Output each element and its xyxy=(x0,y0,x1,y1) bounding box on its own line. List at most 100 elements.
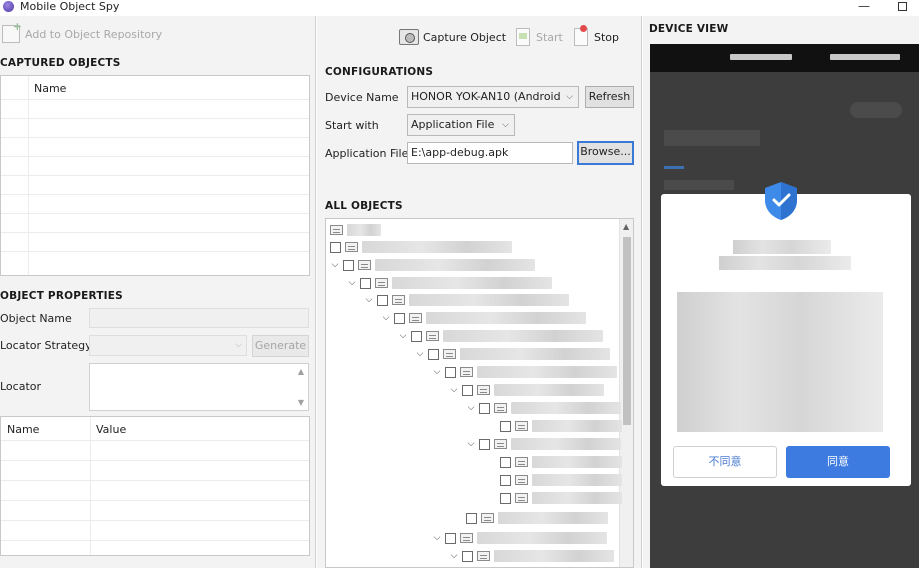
scroll-up-icon[interactable]: ▲ xyxy=(623,222,629,231)
maximize-button[interactable] xyxy=(898,2,907,11)
table-row xyxy=(1,194,309,195)
node-checkbox[interactable] xyxy=(330,241,341,253)
node-icon xyxy=(477,551,490,561)
node-checkbox[interactable] xyxy=(445,366,456,378)
chevron-down-icon[interactable]: ⌵ xyxy=(466,439,476,449)
application-file-label: Application File xyxy=(325,147,409,160)
redacted-node-label xyxy=(494,550,614,562)
redacted-node-label xyxy=(375,259,535,271)
chevron-down-icon[interactable]: ⌵ xyxy=(347,278,357,288)
tree-node[interactable]: ⌵ xyxy=(415,347,610,361)
chevron-down-icon[interactable]: ⌵ xyxy=(415,349,425,359)
node-checkbox[interactable] xyxy=(479,402,490,414)
start-with-select[interactable]: Application File ⌵ xyxy=(407,114,515,136)
tree-node[interactable]: ⌵ xyxy=(432,531,607,545)
node-checkbox[interactable] xyxy=(394,312,405,324)
chevron-down-icon[interactable]: ⌵ xyxy=(330,260,340,270)
redacted-node-label xyxy=(426,312,586,324)
application-file-value: E:\app-debug.apk xyxy=(411,146,509,159)
captured-objects-table[interactable]: Name xyxy=(0,75,310,276)
reject-button[interactable]: 不同意 xyxy=(673,446,777,478)
tree-node[interactable]: ⌵ xyxy=(466,401,621,415)
device-screen[interactable]: 不同意 同意 xyxy=(650,44,919,568)
status-icons-left xyxy=(730,54,792,60)
redacted-node-label xyxy=(498,512,608,524)
node-checkbox[interactable] xyxy=(479,438,490,450)
tree-node[interactable] xyxy=(500,473,622,487)
node-checkbox[interactable] xyxy=(500,492,511,504)
object-properties-title: OBJECT PROPERTIES xyxy=(0,290,123,302)
locator-label: Locator xyxy=(0,380,42,393)
locator-strategy-select[interactable]: ⌵ xyxy=(89,335,247,356)
node-icon xyxy=(515,475,528,485)
stop-button[interactable]: Stop xyxy=(574,25,619,48)
chevron-down-icon[interactable]: ⌵ xyxy=(449,551,459,561)
background-heading xyxy=(664,130,760,146)
chevron-down-icon[interactable]: ⌵ xyxy=(466,403,476,413)
application-file-input[interactable]: E:\app-debug.apk xyxy=(407,142,573,164)
node-checkbox[interactable] xyxy=(500,420,511,432)
chevron-down-icon[interactable]: ⌵ xyxy=(432,533,442,543)
tree-node[interactable]: ⌵ xyxy=(330,258,535,272)
table-row xyxy=(1,137,309,138)
object-name-input[interactable] xyxy=(89,308,309,328)
node-checkbox[interactable] xyxy=(500,456,511,468)
tree-scrollbar[interactable]: ▲ xyxy=(619,219,633,567)
capture-object-button[interactable]: Capture Object xyxy=(399,26,506,48)
node-icon xyxy=(392,295,405,305)
tree-node[interactable]: ⌵ xyxy=(347,276,552,290)
node-checkbox[interactable] xyxy=(462,384,473,396)
tree-node[interactable] xyxy=(500,491,622,505)
scroll-up-icon[interactable]: ▲ xyxy=(298,367,304,376)
table-row xyxy=(1,213,309,214)
node-icon xyxy=(515,421,528,431)
redacted-node-label xyxy=(532,492,622,504)
chevron-down-icon[interactable]: ⌵ xyxy=(381,313,391,323)
scrollbar-thumb[interactable] xyxy=(623,237,631,425)
tree-node[interactable] xyxy=(500,455,622,469)
generate-button[interactable]: Generate xyxy=(252,335,309,357)
tree-node[interactable] xyxy=(466,511,608,525)
chevron-down-icon[interactable]: ⌵ xyxy=(398,331,408,341)
node-icon xyxy=(481,513,494,523)
tree-node[interactable]: ⌵ xyxy=(466,437,621,451)
node-checkbox[interactable] xyxy=(343,259,354,271)
node-checkbox[interactable] xyxy=(445,532,456,544)
tree-node[interactable] xyxy=(330,240,512,254)
node-checkbox[interactable] xyxy=(462,550,473,562)
chevron-down-icon[interactable]: ⌵ xyxy=(449,385,459,395)
chevron-down-icon[interactable]: ⌵ xyxy=(364,295,374,305)
node-icon xyxy=(409,313,422,323)
tree-node[interactable]: ⌵ xyxy=(381,311,586,325)
accept-button[interactable]: 同意 xyxy=(786,446,890,478)
chevron-down-icon: ⌵ xyxy=(235,340,242,350)
tree-node[interactable] xyxy=(330,223,381,237)
tree-node[interactable]: ⌵ xyxy=(449,383,604,397)
captured-objects-title: CAPTURED OBJECTS xyxy=(0,57,121,69)
node-checkbox[interactable] xyxy=(500,474,511,486)
node-checkbox[interactable] xyxy=(360,277,371,289)
tree-node[interactable]: ⌵ xyxy=(398,329,603,343)
device-name-select[interactable]: HONOR YOK-AN10 (Android ⌵ xyxy=(407,86,579,108)
browse-button[interactable]: Browse... xyxy=(577,141,634,165)
node-checkbox[interactable] xyxy=(377,294,388,306)
start-button[interactable]: Start xyxy=(516,26,563,48)
refresh-button[interactable]: Refresh xyxy=(585,86,634,108)
chevron-down-icon[interactable]: ⌵ xyxy=(432,367,442,377)
node-icon xyxy=(345,242,358,252)
object-properties-table[interactable]: Name Value xyxy=(0,416,310,556)
privacy-dialog: 不同意 同意 xyxy=(661,182,911,486)
tree-node[interactable]: ⌵ xyxy=(364,293,569,307)
minimize-button[interactable]: — xyxy=(858,0,870,13)
node-checkbox[interactable] xyxy=(411,330,422,342)
node-icon xyxy=(358,260,371,270)
all-objects-tree[interactable]: ▲ ⌵ ⌵ ⌵ ⌵ ⌵ ⌵ ⌵ ⌵ ⌵ ⌵ ⌵ ⌵ xyxy=(325,218,634,568)
add-to-repository-button[interactable]: Add to Object Repository xyxy=(2,20,162,44)
tree-node[interactable]: ⌵ xyxy=(432,365,617,379)
locator-textarea[interactable]: ▲ ▼ xyxy=(89,363,309,411)
node-checkbox[interactable] xyxy=(428,348,439,360)
tree-node[interactable]: ⌵ xyxy=(449,549,614,563)
scroll-down-icon[interactable]: ▼ xyxy=(298,398,304,407)
node-checkbox[interactable] xyxy=(466,512,477,524)
tree-node[interactable] xyxy=(500,419,622,433)
